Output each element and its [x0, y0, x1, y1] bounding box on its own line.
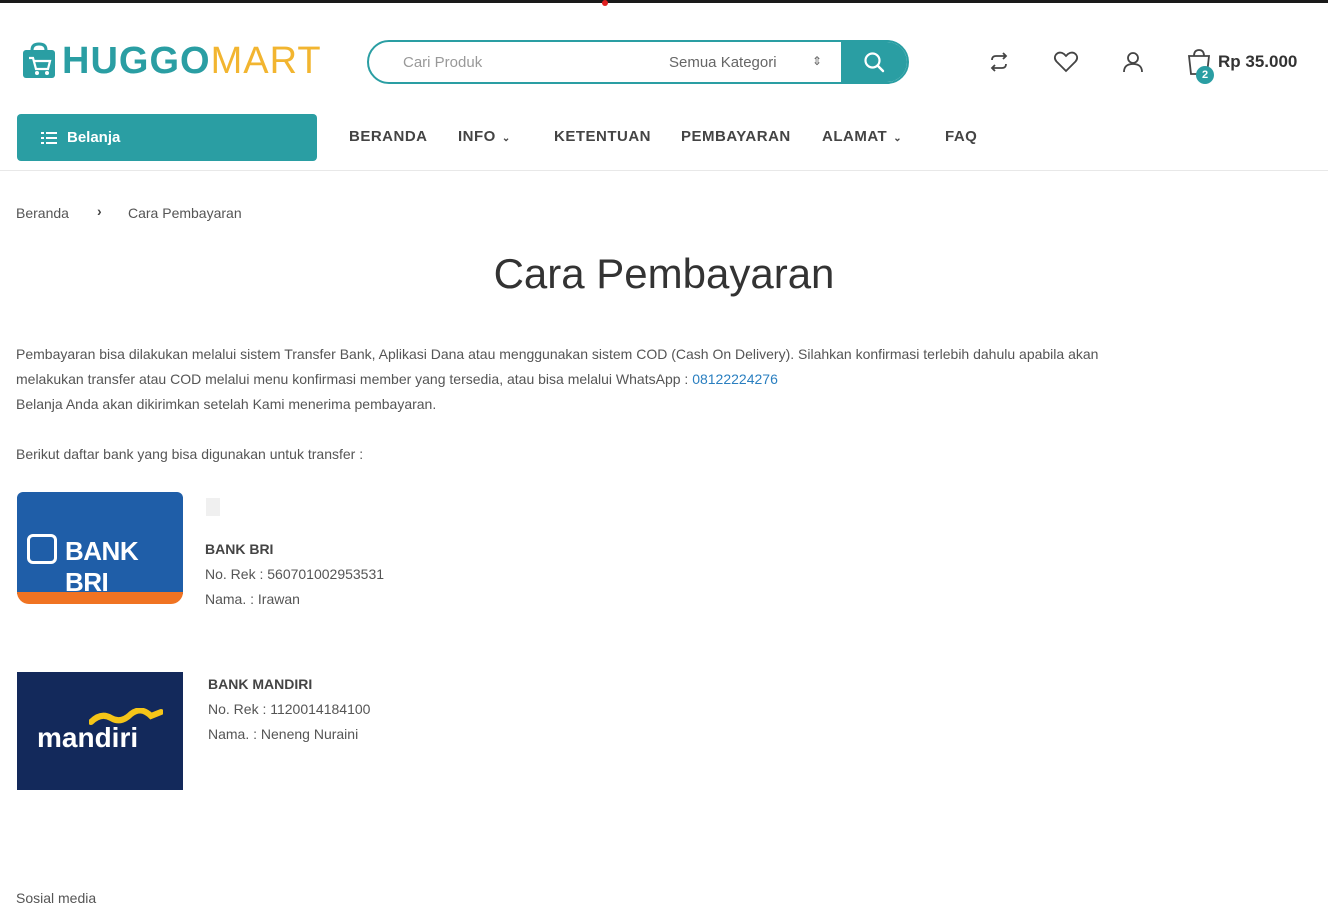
footer-heading: Sosial media — [16, 890, 97, 906]
broken-image-icon — [206, 498, 220, 516]
page-title: Cara Pembayaran — [493, 250, 835, 297]
search-bar: Cari Produk Semua Kategori ⇕ — [367, 40, 909, 84]
account-holder: Nama. : Irawan — [205, 591, 300, 607]
paragraph-text: melakukan transfer atau COD melalui menu… — [16, 371, 693, 387]
account-holder: Nama. : Neneng Nuraini — [208, 726, 359, 742]
nav-label: FAQ — [945, 128, 978, 145]
paragraph-line: Belanja Anda akan dikirimkan setelah Kam… — [16, 396, 437, 412]
account-button[interactable] — [1119, 48, 1147, 76]
search-input[interactable]: Cari Produk — [403, 54, 482, 71]
paragraph-line: Pembayaran bisa dilakukan melalui sistem… — [16, 346, 1099, 362]
bank-bri-logo: BANK BRI — [17, 492, 183, 612]
cart-count-badge: 2 — [1196, 66, 1214, 84]
browser-top-strip — [0, 0, 1328, 6]
bank-list-intro: Berikut daftar bank yang bisa digunakan … — [16, 446, 364, 462]
bank-mandiri-logo: mandiri — [17, 672, 183, 790]
account-number: No. Rek : 1120014184100 — [208, 701, 371, 717]
nav-label: BERANDA — [349, 128, 428, 145]
bank-name: BANK MANDIRI — [208, 676, 313, 692]
search-icon — [864, 52, 885, 73]
nav-info[interactable]: INFO ⌄ — [458, 128, 511, 145]
heart-icon — [1053, 51, 1079, 73]
bri-mark-icon — [27, 534, 57, 564]
nav-label: KETENTUAN — [554, 128, 651, 145]
payment-info-paragraph: Pembayaran bisa dilakukan melalui sistem… — [16, 342, 1276, 417]
search-button[interactable] — [841, 42, 907, 82]
shop-categories-button[interactable]: Belanja — [17, 114, 317, 161]
nav-label: PEMBAYARAN — [681, 128, 791, 145]
account-number: No. Rek : 560701002953531 — [205, 566, 385, 582]
breadcrumb-home[interactable]: Beranda — [16, 205, 69, 221]
breadcrumb-separator: › — [97, 203, 102, 219]
nav-pembayaran[interactable]: PEMBAYARAN — [681, 128, 791, 145]
nav-ketentuan[interactable]: KETENTUAN — [554, 128, 651, 145]
logo-word-huggo: HUGGO — [62, 40, 211, 82]
breadcrumb-current: Cara Pembayaran — [128, 205, 242, 221]
wishlist-button[interactable] — [1052, 48, 1080, 76]
chevron-down-icon: ⌄ — [501, 133, 511, 144]
chevron-down-icon: ⌄ — [893, 133, 903, 144]
compare-icon — [990, 52, 1008, 72]
select-arrows-icon: ⇕ — [812, 54, 823, 68]
indicator-dot — [602, 0, 608, 6]
nav-beranda[interactable]: BERANDA — [349, 128, 428, 145]
bank-name: BANK BRI — [205, 541, 274, 557]
nav-divider — [0, 170, 1328, 171]
mandiri-logo-text: mandiri — [37, 722, 139, 753]
bri-logo-text: BANK BRI — [65, 536, 139, 597]
paragraph-line: melakukan transfer atau COD melalui menu… — [16, 367, 1276, 392]
list-icon — [41, 131, 57, 144]
user-icon — [1123, 52, 1143, 73]
cart-total[interactable]: Rp 35.000 — [1218, 52, 1297, 72]
nav-faq[interactable]: FAQ — [945, 128, 977, 145]
whatsapp-link[interactable]: 08122224276 — [692, 371, 778, 387]
nav-alamat[interactable]: ALAMAT ⌄ — [822, 128, 902, 145]
nav-label: INFO — [458, 128, 496, 145]
nav-label: ALAMAT — [822, 128, 888, 145]
compare-button[interactable] — [985, 48, 1013, 76]
shop-button-label: Belanja — [67, 129, 121, 146]
site-logo[interactable]: HUGGO MART — [20, 38, 322, 84]
shopping-bag-logo-icon — [20, 42, 58, 80]
cart-button[interactable]: 2 — [1186, 48, 1216, 84]
logo-word-mart: MART — [210, 40, 322, 82]
category-select[interactable]: Semua Kategori — [669, 54, 777, 71]
